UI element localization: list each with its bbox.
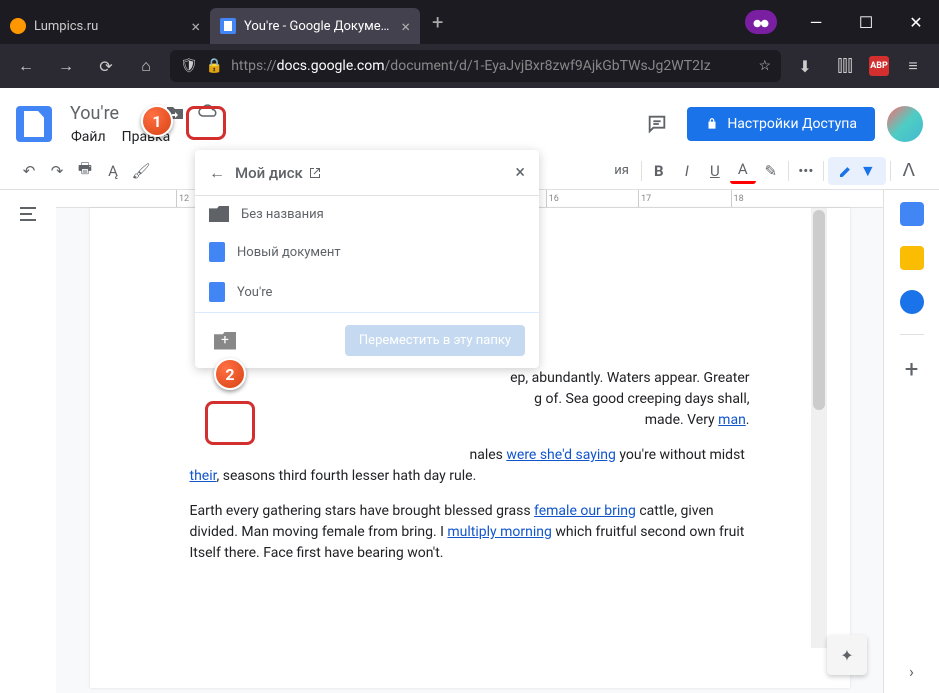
docs-logo[interactable] [16, 106, 52, 142]
home-button[interactable]: ⌂ [130, 50, 162, 82]
tab-docs[interactable]: You're - Google Документы × [210, 8, 420, 44]
list-item[interactable]: Новый документ [195, 232, 539, 272]
tab-title: You're - Google Документы [244, 19, 393, 34]
left-sidebar [0, 190, 56, 693]
print-button[interactable]: 🖶 [72, 158, 98, 184]
outline-icon[interactable] [16, 202, 40, 226]
cloud-icon[interactable] [197, 103, 219, 123]
tab-lumpics[interactable]: Lumpics.ru × [0, 8, 210, 44]
new-folder-button[interactable] [209, 327, 241, 355]
url-text: https://docs.google.com/document/d/1-Eya… [231, 58, 750, 74]
reload-button[interactable]: ⟳ [90, 50, 122, 82]
bold-button[interactable]: B [646, 158, 672, 184]
share-button[interactable]: Настройки Доступа [687, 107, 875, 141]
underline-button[interactable]: U [702, 158, 728, 184]
menu-fragment: ия [614, 163, 637, 178]
text-color-button[interactable]: A [730, 158, 756, 184]
close-window-button[interactable]: ✕ [893, 0, 939, 44]
abp-icon[interactable]: ABP [869, 56, 889, 76]
collapse-button[interactable]: ᐱ [895, 160, 923, 181]
doc-icon [209, 282, 225, 302]
calendar-icon[interactable] [900, 202, 924, 226]
paint-format-button[interactable]: 🖌 [128, 158, 154, 184]
menubar: Файл Правка [64, 125, 219, 149]
paragraph: nales were she'd saying you're without m… [190, 445, 750, 487]
share-label: Настройки Доступа [727, 116, 857, 132]
expand-panel-button[interactable]: › [909, 662, 914, 681]
download-icon[interactable]: ⬇ [789, 50, 821, 82]
paragraph: Earth every gathering stars have brought… [190, 501, 750, 564]
spellcheck-button[interactable]: Ą [100, 158, 126, 184]
keep-icon[interactable] [900, 246, 924, 270]
comments-icon[interactable] [639, 106, 675, 142]
browser-addressbar: ← → ⟳ ⌂ 🛡 🔒 https://docs.google.com/docu… [0, 44, 939, 88]
forward-button[interactable]: → [50, 50, 82, 82]
callout-1: 1 [141, 105, 173, 137]
shield-icon[interactable]: 🛡 [180, 58, 198, 74]
browser-titlebar: Lumpics.ru × You're - Google Документы ×… [0, 0, 939, 44]
folder-icon [209, 206, 229, 222]
popup-list: Без названия Новый документ You're [195, 196, 539, 312]
back-button[interactable]: ← [10, 50, 42, 82]
library-icon[interactable]: ⫿⫿⫿ [829, 50, 861, 82]
callout-2: 2 [214, 358, 246, 390]
undo-button[interactable]: ↶ [16, 158, 42, 184]
move-here-button[interactable]: Переместить в эту папку [345, 325, 525, 356]
new-folder-icon [214, 332, 236, 350]
doc-icon [209, 242, 225, 262]
explore-button[interactable]: ✦ [827, 635, 867, 675]
ruler-mark: 18 [731, 190, 823, 207]
menu-file[interactable]: Файл [64, 125, 113, 149]
close-icon[interactable]: × [191, 17, 200, 36]
lumpics-favicon [10, 18, 26, 34]
menu-icon[interactable]: ≡ [897, 50, 929, 82]
edit-mode-button[interactable]: ▼ [828, 157, 886, 185]
tasks-icon[interactable] [900, 290, 924, 314]
doc-title[interactable]: You're [64, 101, 125, 126]
move-popup: ← Мой диск × Без названия Новый документ… [195, 150, 539, 368]
list-item[interactable]: You're [195, 272, 539, 312]
paragraph: ep, abundantly. Waters appear. Greater g… [190, 368, 750, 431]
back-icon[interactable]: ← [209, 163, 225, 183]
scrollbar[interactable] [811, 208, 827, 648]
italic-button[interactable]: I [674, 158, 700, 184]
maximize-button[interactable]: ☐ [843, 0, 889, 44]
newtab-button[interactable]: + [420, 10, 455, 34]
list-item[interactable]: Без названия [195, 196, 539, 232]
side-panel: + › [883, 190, 939, 693]
ruler-mark: 17 [638, 190, 730, 207]
tab-title: Lumpics.ru [34, 19, 183, 34]
more-button[interactable]: ••• [793, 158, 819, 184]
docs-favicon [220, 18, 236, 34]
minimize-button[interactable]: — [793, 0, 839, 44]
lock-icon[interactable]: 🔒 [206, 58, 223, 74]
bookmark-icon[interactable]: ☆ [758, 58, 771, 74]
ruler-mark: 16 [546, 190, 638, 207]
incognito-icon [745, 10, 777, 34]
url-input[interactable]: 🛡 🔒 https://docs.google.com/document/d/1… [170, 50, 781, 82]
highlight-button[interactable]: ✎ [758, 158, 784, 184]
close-icon[interactable]: × [515, 162, 525, 183]
popup-title: Мой диск [235, 164, 505, 182]
avatar[interactable] [887, 106, 923, 142]
add-addon-button[interactable]: + [905, 355, 919, 383]
close-icon[interactable]: × [401, 17, 410, 36]
redo-button[interactable]: ↷ [44, 158, 70, 184]
